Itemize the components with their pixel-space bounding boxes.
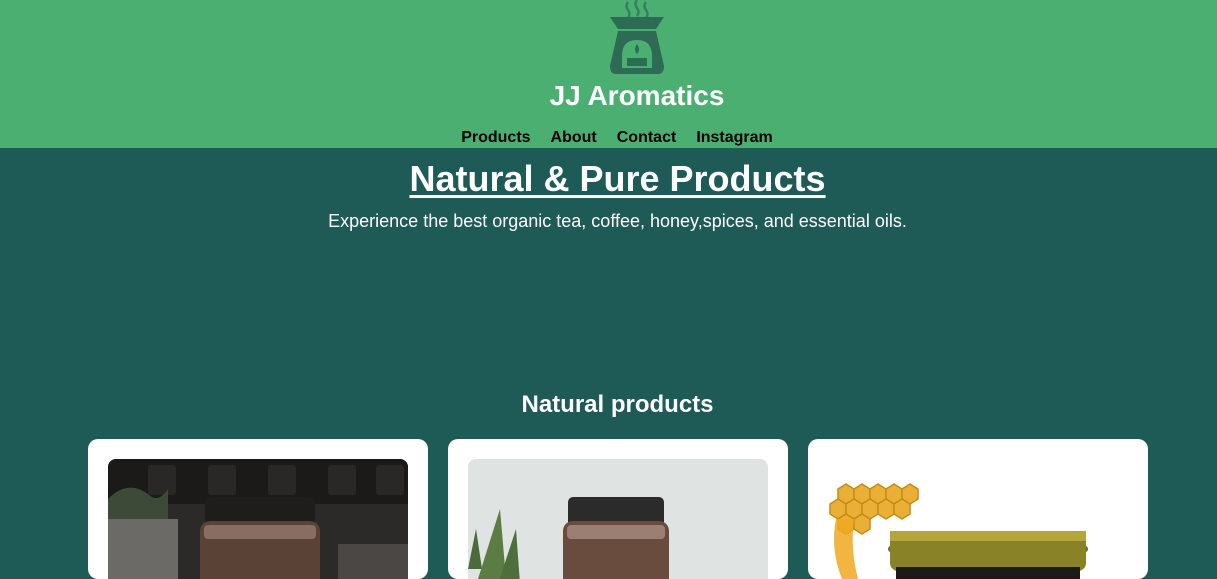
nav-contact[interactable]: Contact <box>617 128 677 148</box>
product-image[interactable] <box>468 459 768 579</box>
main-nav: Products About Contact Instagram <box>0 128 1217 148</box>
nav-about[interactable]: About <box>551 128 597 148</box>
site-header: JJ Aromatics Products About Contact Inst… <box>0 0 1217 148</box>
nav-instagram[interactable]: Instagram <box>696 128 772 148</box>
product-image[interactable] <box>108 459 408 579</box>
product-image[interactable] <box>828 459 1128 579</box>
product-card[interactable] <box>448 439 788 579</box>
hero-subtitle: Experience the best organic tea, coffee,… <box>328 211 907 231</box>
product-card[interactable] <box>88 439 428 579</box>
product-card[interactable] <box>808 439 1148 579</box>
honey-jar-photo <box>828 459 1128 579</box>
hero-title: Natural & Pure Products <box>409 158 826 199</box>
aroma-burner-icon <box>610 0 664 74</box>
brown-jar-aloe-photo <box>468 459 768 579</box>
site-title: JJ Aromatics <box>549 80 725 111</box>
nav-products[interactable]: Products <box>461 128 530 148</box>
products-section-title: Natural products <box>521 391 714 418</box>
brown-jar-shop-photo <box>108 459 408 579</box>
